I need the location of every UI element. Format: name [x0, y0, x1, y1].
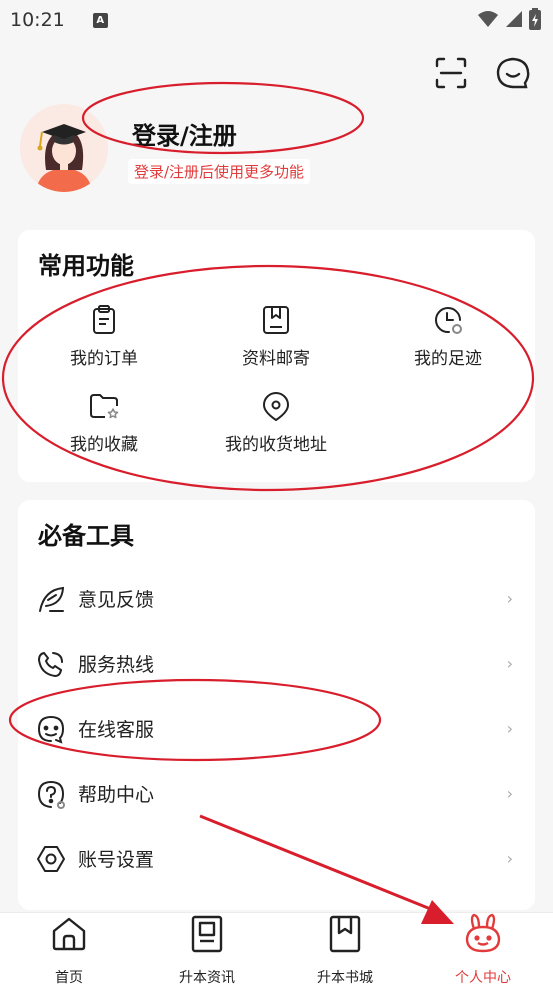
- phone-icon: [37, 651, 63, 677]
- tool-feedback[interactable]: 意见反馈 ›: [18, 566, 535, 631]
- tab-personal-center[interactable]: 个人中心: [414, 913, 552, 984]
- box-icon: [263, 306, 289, 334]
- location-pin-icon: [262, 392, 290, 422]
- status-indicators: [477, 8, 541, 30]
- tab-news[interactable]: 升本资讯: [138, 913, 276, 984]
- profile-header[interactable]: 登录/注册 登录/注册后使用更多功能: [20, 104, 540, 194]
- chat-face-icon: [37, 715, 65, 744]
- home-icon: [52, 917, 86, 951]
- tab-label: 升本资讯: [179, 970, 235, 984]
- scan-icon[interactable]: [433, 55, 469, 91]
- chevron-right-icon: ›: [506, 849, 513, 868]
- tool-account-settings[interactable]: 账号设置 ›: [18, 826, 535, 891]
- notification-a-icon: A: [92, 12, 108, 28]
- chevron-right-icon: ›: [506, 589, 513, 608]
- func-label: 我的收货地址: [225, 435, 327, 455]
- tab-label: 首页: [55, 970, 83, 984]
- common-functions-card: 常用功能 我的订单 资料邮寄 我的足迹 我的收藏 我的收货地址: [18, 230, 535, 482]
- func-my-footprints[interactable]: 我的足迹: [362, 304, 534, 369]
- status-time: 10:21: [10, 9, 65, 31]
- tab-label: 个人中心: [455, 970, 511, 984]
- leaf-feedback-icon: [39, 586, 65, 612]
- bottom-tab-bar: 首页 升本资讯 升本书城 个人中心: [0, 912, 553, 984]
- func-label: 我的收藏: [70, 435, 138, 455]
- login-register-subtitle[interactable]: 登录/注册后使用更多功能: [128, 159, 311, 184]
- tab-bookstore[interactable]: 升本书城: [276, 913, 414, 984]
- signal-icon: [506, 11, 522, 27]
- tool-service-hotline[interactable]: 服务热线 ›: [18, 631, 535, 696]
- battery-icon: [529, 8, 541, 30]
- essential-tools-card: 必备工具 意见反馈 › 服务热线 › 在线客服 › 帮助中心 › 账号设置 ›: [18, 500, 535, 910]
- bunny-icon: [465, 913, 501, 953]
- tool-help-center[interactable]: 帮助中心 ›: [18, 761, 535, 826]
- tool-online-support[interactable]: 在线客服 ›: [18, 696, 535, 761]
- hexagon-settings-icon: [37, 845, 65, 872]
- tool-label: 帮助中心: [78, 784, 155, 806]
- essential-tools-title: 必备工具: [38, 522, 134, 550]
- clipboard-icon: [93, 305, 115, 334]
- help-icon: [37, 780, 65, 809]
- tool-label: 在线客服: [78, 719, 155, 741]
- top-actions: [433, 55, 531, 91]
- tab-home[interactable]: 首页: [0, 913, 138, 984]
- tool-label: 服务热线: [78, 654, 155, 676]
- chevron-right-icon: ›: [506, 654, 513, 673]
- folder-star-icon: [90, 394, 119, 419]
- tool-label: 账号设置: [78, 849, 155, 871]
- clock-icon: [435, 307, 462, 334]
- func-material-mailing[interactable]: 资料邮寄: [190, 304, 362, 369]
- func-label: 资料邮寄: [242, 349, 310, 369]
- wifi-icon: [478, 11, 498, 27]
- func-label: 我的订单: [70, 349, 138, 369]
- login-register-title[interactable]: 登录/注册: [132, 116, 237, 151]
- status-bar: 10:21 A: [0, 0, 553, 40]
- func-my-favorites[interactable]: 我的收藏: [18, 390, 190, 455]
- tool-label: 意见反馈: [78, 589, 155, 611]
- avatar-illustration: [20, 104, 108, 192]
- common-functions-title: 常用功能: [38, 252, 134, 280]
- chevron-right-icon: ›: [506, 784, 513, 803]
- chevron-right-icon: ›: [506, 719, 513, 738]
- avatar[interactable]: [20, 104, 108, 192]
- tab-label: 升本书城: [317, 970, 373, 984]
- message-icon[interactable]: [495, 55, 531, 91]
- bookmark-book-icon: [329, 915, 361, 953]
- func-my-orders[interactable]: 我的订单: [18, 304, 190, 369]
- func-shipping-address[interactable]: 我的收货地址: [190, 390, 362, 455]
- func-label: 我的足迹: [414, 349, 482, 369]
- news-icon: [191, 915, 223, 953]
